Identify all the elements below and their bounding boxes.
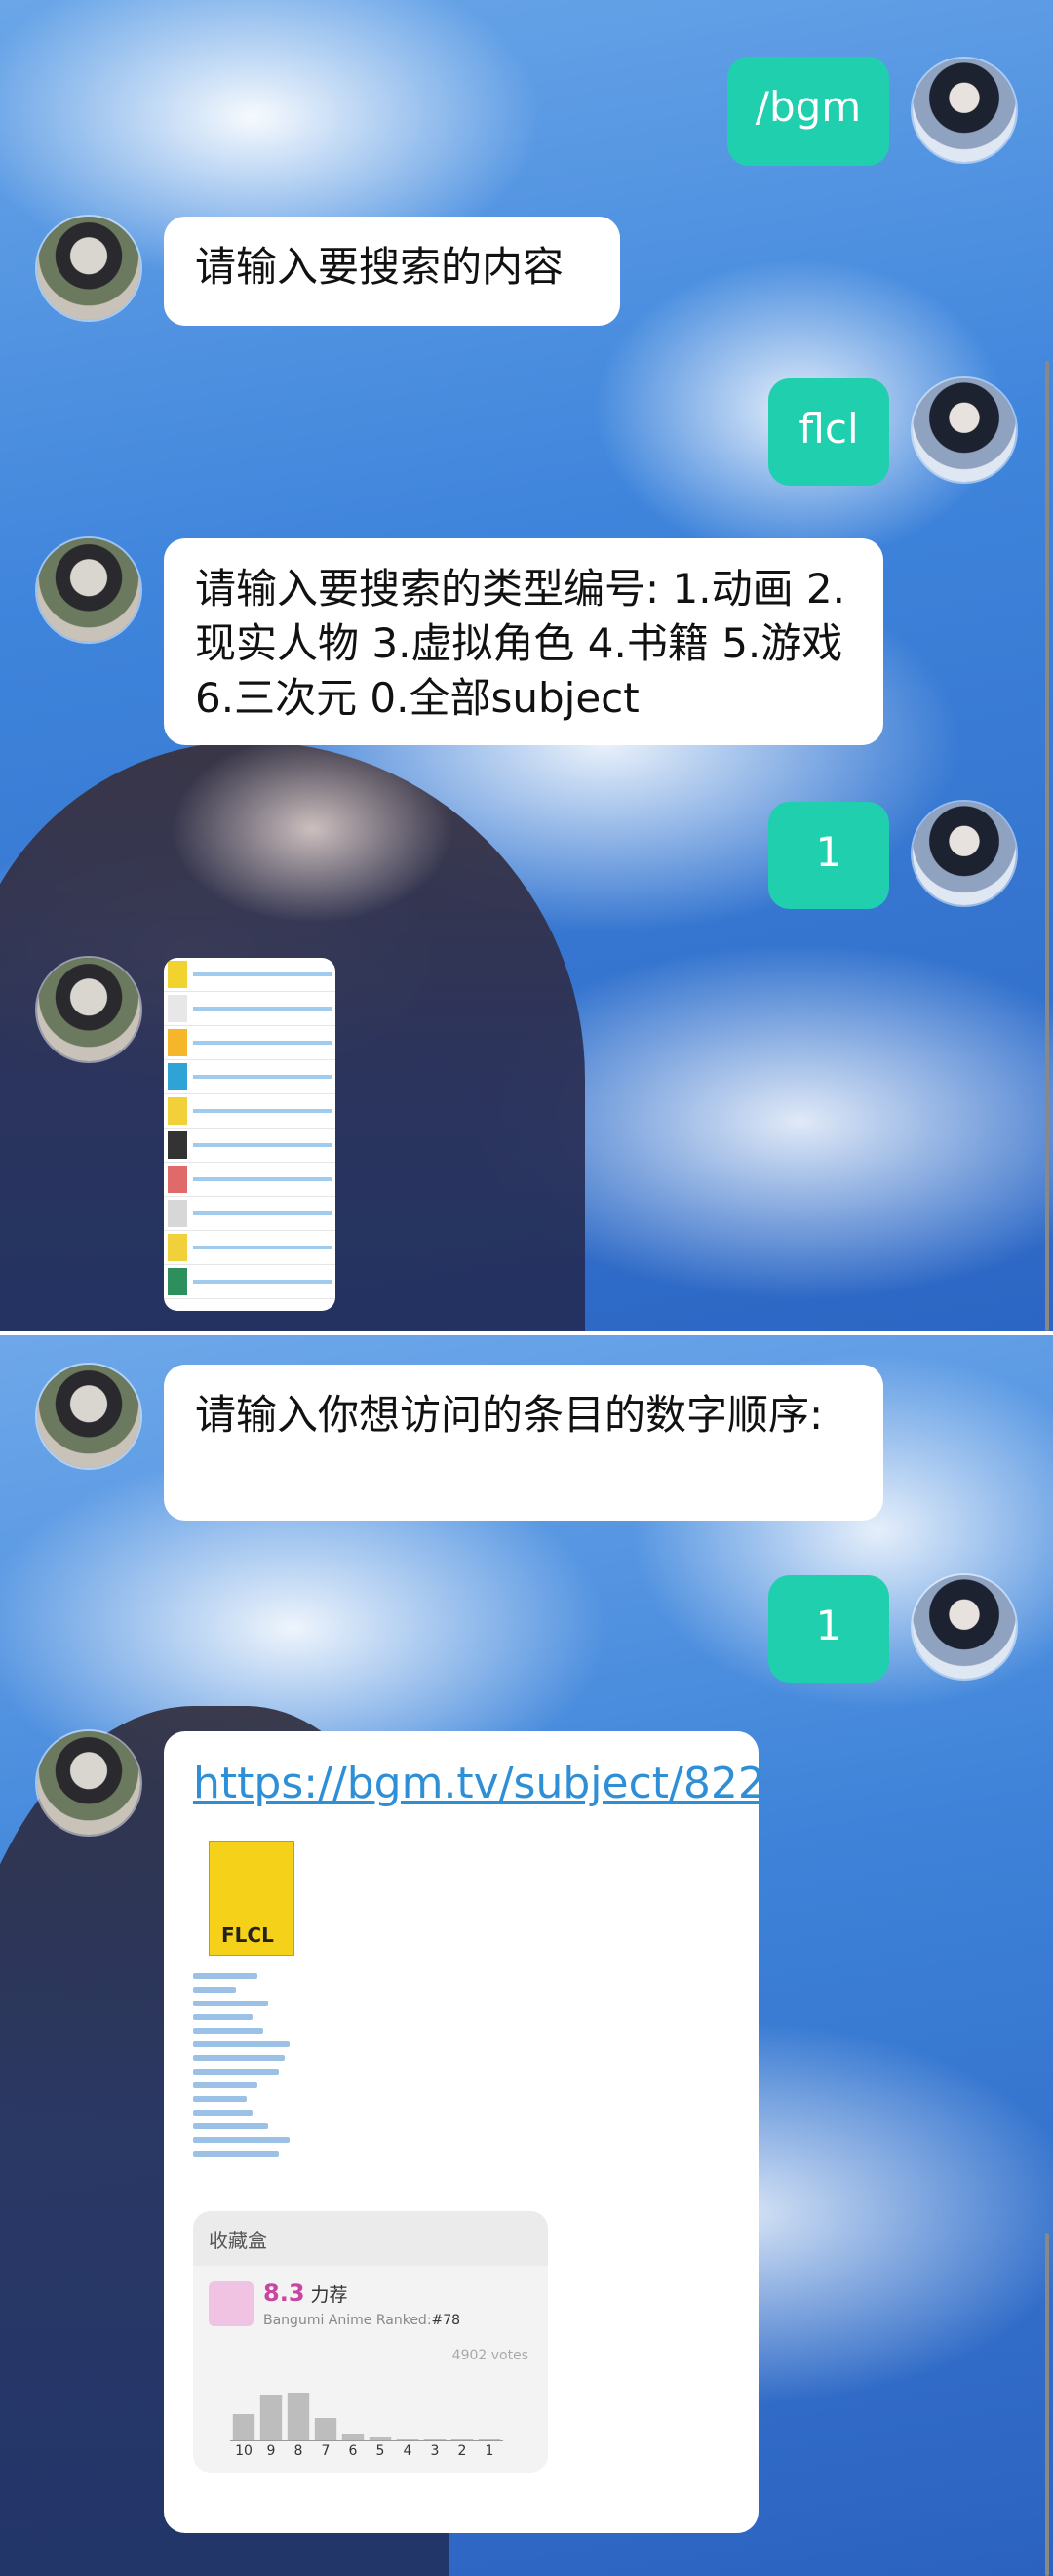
scrollbar[interactable] [1045, 2233, 1049, 2576]
rating-tick-label: 4 [403, 2443, 412, 2459]
rating-x-ticks: 10 9 8 7 6 5 4 3 2 1 [230, 2443, 503, 2459]
rating-tick-label: 9 [266, 2443, 276, 2459]
tv-icon [209, 2281, 254, 2326]
list-item [164, 992, 335, 1026]
list-item [164, 1094, 335, 1129]
subject-link[interactable]: https://bgm.tv/subject/822 [193, 1759, 765, 1808]
rating-bar-9 [259, 2395, 283, 2441]
list-item [164, 1197, 335, 1231]
rank-value: #78 [431, 2313, 461, 2328]
user-avatar[interactable] [913, 802, 1016, 905]
rating-tick-label: 3 [430, 2443, 440, 2459]
chat-screenshot-1: /bgm 请输入要搜索的内容 flcl 请输入要搜索的类型编号: 1.动画 2.… [0, 0, 1053, 1331]
message-bubble-out[interactable]: 1 [768, 1575, 889, 1683]
bot-avatar[interactable] [37, 1731, 140, 1835]
rating-tick-label: 5 [375, 2443, 385, 2459]
list-item [164, 1231, 335, 1265]
bot-avatar[interactable] [37, 1365, 140, 1468]
message-bubble-out[interactable]: /bgm [727, 57, 889, 166]
subject-info-list [193, 1965, 300, 2164]
rating-tick-label: 6 [348, 2443, 358, 2459]
list-item [164, 958, 335, 992]
score-label: 力荐 [310, 2284, 348, 2306]
list-item [164, 1265, 335, 1299]
bot-avatar[interactable] [37, 958, 140, 1061]
user-avatar[interactable] [913, 378, 1016, 482]
message-bubble-in[interactable]: 请输入你想访问的条目的数字顺序: [164, 1365, 883, 1521]
rating-tick-label: 1 [485, 2443, 494, 2459]
collection-box: 收藏盒 8.3 力荐 Bangumi Anime Ranked:#78 4902 … [193, 2211, 548, 2473]
list-item [164, 1129, 335, 1163]
rating-bar-10 [232, 2414, 255, 2441]
bot-avatar[interactable] [37, 538, 140, 642]
votes-count: 4902 votes [451, 2348, 528, 2363]
user-avatar[interactable] [913, 1575, 1016, 1679]
message-bubble-in[interactable]: 请输入要搜索的类型编号: 1.动画 2.现实人物 3.虚拟角色 4.书籍 5.游… [164, 538, 883, 745]
list-item [164, 1026, 335, 1060]
rating-distribution-chart [230, 2393, 503, 2441]
search-results-image[interactable] [164, 958, 335, 1311]
score-value: 8.3 [263, 2279, 305, 2307]
bot-avatar[interactable] [37, 217, 140, 320]
cover-title: FLCL [221, 1923, 274, 1947]
rank-text: Bangumi Anime Ranked:#78 [263, 2313, 460, 2328]
message-bubble-out[interactable]: flcl [768, 378, 889, 486]
collection-box-title: 收藏盒 [209, 2229, 267, 2252]
list-item [164, 1060, 335, 1094]
rating-tick-label: 7 [321, 2443, 331, 2459]
subject-card-bubble[interactable]: https://bgm.tv/subject/822 FLCL 收藏盒 8.3 力… [164, 1731, 765, 2533]
rating-bar-7 [314, 2418, 337, 2441]
scrollbar[interactable] [1045, 361, 1049, 1331]
score: 8.3 力荐 [263, 2279, 348, 2307]
rating-tick-label: 8 [293, 2443, 303, 2459]
user-avatar[interactable] [913, 59, 1016, 162]
rating-bar-8 [287, 2393, 310, 2441]
message-bubble-out[interactable]: 1 [768, 802, 889, 909]
rating-tick-label: 2 [457, 2443, 467, 2459]
rating-bar-6 [341, 2434, 365, 2441]
subject-cover-image[interactable]: FLCL [209, 1841, 294, 1956]
message-bubble-in[interactable]: 请输入要搜索的内容 [164, 217, 620, 326]
list-item [164, 1163, 335, 1197]
rank-prefix: Bangumi Anime Ranked: [263, 2313, 432, 2328]
rating-tick-label: 10 [235, 2443, 253, 2459]
